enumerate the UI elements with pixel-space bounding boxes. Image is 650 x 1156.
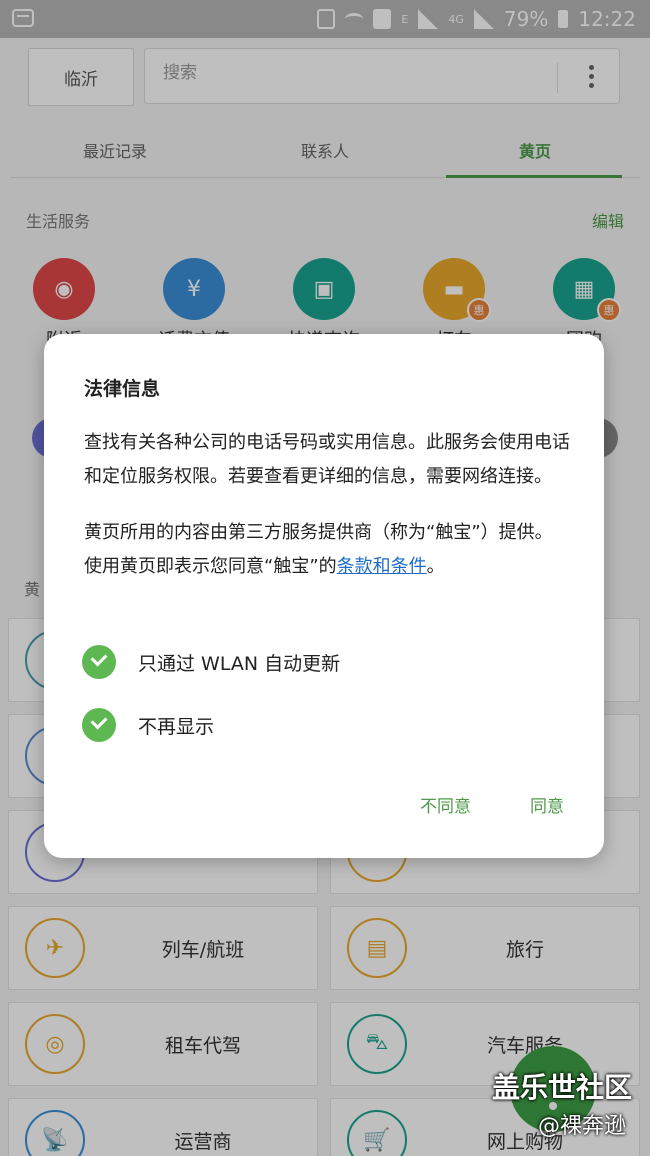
- terms-link[interactable]: 条款和条件: [337, 556, 427, 577]
- dialog-paragraph-1: 查找有关各种公司的电话号码或实用信息。此服务会使用电话和定位服务权限。若要查看更…: [84, 432, 570, 487]
- wlan-update-label: 只通过 WLAN 自动更新: [138, 652, 341, 675]
- dialog-paragraph-2: 黄页所用的内容由第三方服务提供商（称为“触宝”）提供。 使用黄页即表示您同意“触…: [84, 516, 574, 584]
- dont-show-again-option[interactable]: 不再显示: [82, 707, 214, 743]
- legal-info-dialog: 法律信息 查找有关各种公司的电话号码或实用信息。此服务会使用电话和定位服务权限。…: [44, 334, 604, 858]
- paragraph-2-end: 。: [426, 556, 445, 577]
- dont-show-again-label: 不再显示: [138, 715, 215, 738]
- dialog-title: 法律信息: [84, 378, 161, 400]
- watermark-author: @裸奔逊: [538, 1114, 627, 1139]
- wlan-update-option[interactable]: 只通过 WLAN 自动更新: [82, 644, 340, 680]
- checkbox-checked-icon[interactable]: [82, 708, 116, 742]
- watermark-community: 盖乐世社区: [492, 1071, 633, 1104]
- disagree-button[interactable]: 不同意: [420, 792, 471, 817]
- agree-button[interactable]: 同意: [530, 792, 564, 817]
- checkbox-checked-icon[interactable]: [82, 645, 116, 679]
- paragraph-2-text: 黄页所用的内容由第三方服务提供商（称为“触宝”）提供。 使用黄页即表示您同意“触…: [84, 522, 553, 577]
- dialog-body: 查找有关各种公司的电话号码或实用信息。此服务会使用电话和定位服务权限。若要查看更…: [84, 426, 574, 606]
